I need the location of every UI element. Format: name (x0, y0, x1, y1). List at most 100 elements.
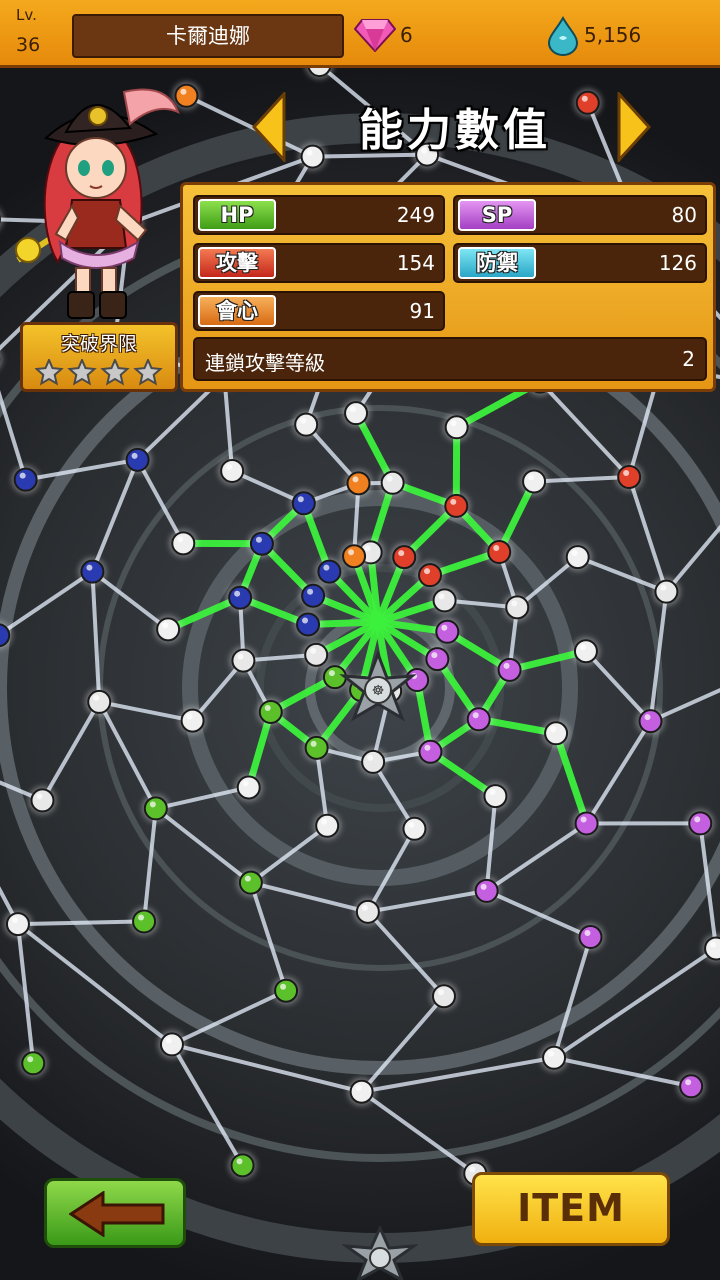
skill-node[interactable] (378, 468, 407, 497)
limit-break-star (100, 359, 130, 386)
skill-node[interactable] (423, 645, 452, 674)
skill-link (15, 919, 147, 927)
skill-node[interactable] (576, 923, 605, 952)
skill-node[interactable] (294, 610, 323, 639)
skill-node[interactable] (302, 733, 331, 762)
limit-break-stars (35, 359, 163, 386)
skill-node[interactable] (542, 719, 571, 748)
skill-node[interactable] (429, 982, 458, 1011)
skill-node[interactable] (228, 1151, 257, 1180)
skill-node[interactable] (485, 538, 514, 566)
previous-page-arrow[interactable] (252, 92, 286, 162)
mana-drop-icon (547, 16, 579, 56)
skill-node[interactable] (299, 581, 328, 610)
skill-node[interactable] (442, 491, 471, 520)
chain-attack-level-label: 連鎖攻擊等級 (205, 351, 325, 375)
skill-node[interactable] (247, 529, 276, 558)
skill-node[interactable] (123, 445, 152, 474)
skill-node[interactable] (481, 782, 510, 811)
skill-node[interactable] (313, 811, 342, 840)
skill-node[interactable] (636, 707, 665, 736)
skill-node[interactable] (359, 747, 388, 776)
stat-critical-value: 91 (409, 299, 435, 323)
skill-node[interactable] (495, 655, 524, 684)
limit-break-panel: 突破界限 (20, 322, 178, 392)
skill-node[interactable] (430, 586, 459, 615)
skill-node[interactable] (464, 705, 493, 734)
stat-hp-label: HP (198, 199, 276, 231)
skill-node[interactable] (236, 868, 265, 897)
skill-node[interactable] (400, 814, 429, 843)
skill-node[interactable] (340, 542, 369, 571)
gem-icon (354, 19, 396, 52)
skill-node[interactable] (563, 543, 592, 572)
skill-node[interactable] (390, 543, 419, 572)
skill-node[interactable] (3, 910, 32, 939)
chain-attack-level-value: 2 (682, 347, 695, 371)
skill-node[interactable] (85, 687, 114, 716)
skill-node[interactable] (342, 399, 371, 428)
skill-node[interactable] (169, 529, 198, 558)
skill-node[interactable] (218, 456, 247, 485)
skill-node[interactable] (652, 577, 681, 606)
skill-node[interactable] (442, 413, 471, 442)
skill-node[interactable] (272, 976, 301, 1005)
character-portrait (15, 88, 180, 319)
skill-node[interactable] (289, 489, 318, 518)
item-button[interactable]: ITEM (472, 1172, 670, 1246)
skill-node[interactable] (234, 773, 263, 802)
mana-count: 5,156 (584, 23, 642, 47)
next-page-arrow[interactable] (617, 92, 651, 162)
stat-sp-value: 80 (671, 203, 697, 227)
skill-node[interactable] (11, 465, 40, 494)
skill-node[interactable] (229, 646, 258, 675)
limit-break-star (133, 359, 163, 386)
skill-node[interactable] (520, 467, 549, 496)
skill-node[interactable] (615, 463, 644, 491)
back-arrow-icon (69, 1191, 165, 1237)
back-button[interactable] (44, 1178, 186, 1248)
skill-node[interactable] (292, 410, 321, 439)
skill-node[interactable] (226, 583, 255, 612)
stat-attack-value: 154 (396, 251, 435, 275)
skill-node[interactable] (416, 561, 445, 590)
stat-defense-label: 防禦 (458, 247, 536, 279)
level-label: Lv. (16, 6, 37, 24)
stat-critical-label: 會心 (198, 295, 276, 327)
skill-node[interactable] (571, 637, 600, 666)
skill-node[interactable] (78, 557, 107, 586)
skill-node[interactable] (503, 593, 532, 622)
skill-node[interactable] (154, 615, 183, 644)
skill-node[interactable] (416, 737, 445, 766)
skill-node[interactable] (157, 1030, 186, 1059)
skill-node[interactable] (433, 617, 462, 646)
svg-text:☸: ☸ (372, 683, 385, 699)
skill-node[interactable] (677, 1072, 706, 1101)
skill-node[interactable] (130, 907, 159, 936)
page-title: 能力數值 (359, 105, 551, 156)
bottom-emblem-icon (342, 1226, 418, 1280)
skill-node[interactable] (256, 697, 285, 726)
skill-node[interactable] (347, 1077, 376, 1106)
skill-node[interactable] (141, 794, 170, 823)
stat-critical: 會心 91 (193, 291, 445, 331)
stat-defense: 防禦 126 (453, 243, 707, 283)
skill-node[interactable] (178, 706, 207, 735)
skill-node[interactable] (344, 469, 373, 498)
stat-sp-label: SP (458, 199, 536, 231)
skill-node[interactable] (540, 1043, 569, 1072)
stats-panel: HP 249 SP 80 攻擊 154 防禦 126 會心 91 連鎖攻擊等級 … (180, 182, 716, 392)
stat-chain-attack-level: 連鎖攻擊等級 2 (193, 337, 707, 381)
skill-node[interactable] (472, 876, 501, 905)
top-status-bar: Lv. 36 卡爾迪娜 6 5,156 (0, 0, 720, 68)
gem-count: 6 (400, 23, 413, 47)
stat-attack: 攻擊 154 (193, 243, 445, 283)
skill-node[interactable] (315, 557, 344, 586)
skill-node[interactable] (353, 897, 382, 926)
skill-node[interactable] (686, 809, 715, 838)
skill-node[interactable] (302, 640, 331, 669)
stat-attack-label: 攻擊 (198, 247, 276, 279)
skill-node[interactable] (28, 786, 57, 815)
skill-node[interactable] (19, 1049, 48, 1078)
skill-node[interactable] (572, 809, 601, 838)
